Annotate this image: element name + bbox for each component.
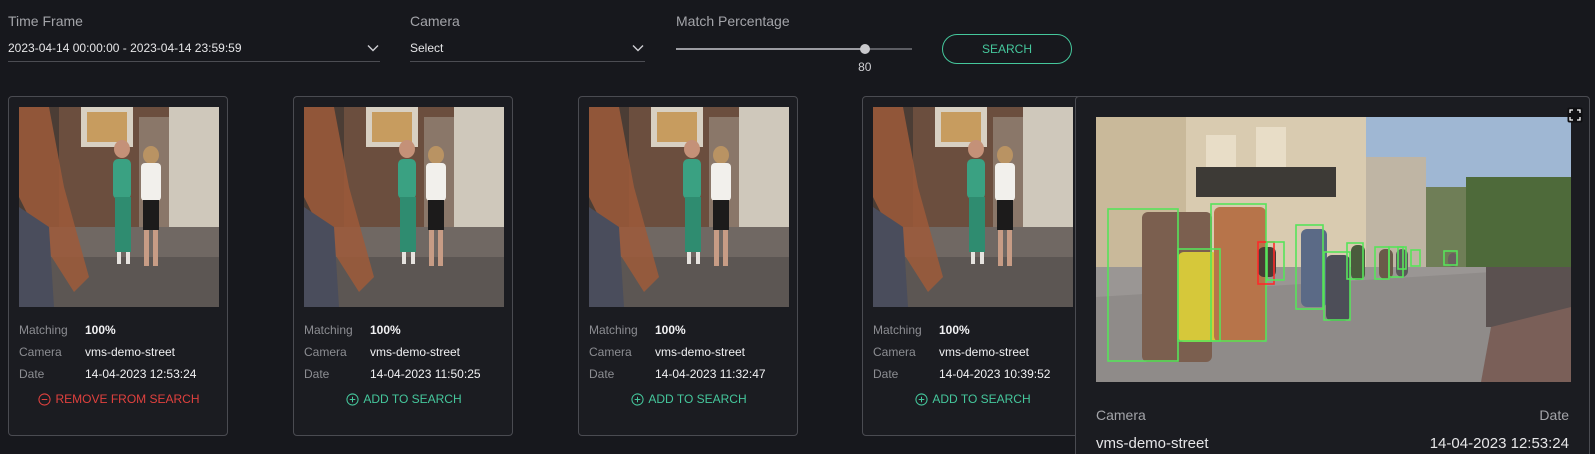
date-row: Date 14-04-2023 11:50:25 bbox=[304, 367, 481, 381]
date-row: Date 14-04-2023 11:32:47 bbox=[589, 367, 766, 381]
card-action-label: REMOVE FROM SEARCH bbox=[55, 392, 200, 406]
camera-label: Camera bbox=[589, 345, 632, 359]
camera-row: Camera vms-demo-street bbox=[19, 345, 175, 359]
time-frame-value: 2023-04-14 00:00:00 - 2023-04-14 23:59:5… bbox=[8, 40, 242, 55]
slider-fill bbox=[676, 48, 865, 50]
add-to-search-button[interactable]: ADD TO SEARCH bbox=[579, 392, 799, 406]
matching-row: Matching 100% bbox=[304, 323, 401, 337]
camera-label: Camera bbox=[19, 345, 62, 359]
date-label: Date bbox=[19, 367, 45, 381]
remove-from-search-button[interactable]: REMOVE FROM SEARCH bbox=[9, 392, 229, 406]
matching-label: Matching bbox=[304, 323, 353, 337]
person-snapshot-image bbox=[873, 107, 1073, 307]
matching-row: Matching 100% bbox=[873, 323, 970, 337]
plus-circle-icon bbox=[915, 392, 928, 406]
preview-panel: Camera Date vms-demo-street 14-04-2023 1… bbox=[1075, 96, 1590, 454]
camera-label: Camera bbox=[873, 345, 916, 359]
result-thumbnail[interactable] bbox=[304, 107, 504, 307]
fullscreen-icon[interactable] bbox=[1567, 107, 1583, 123]
result-thumbnail[interactable] bbox=[19, 107, 219, 307]
camera-filter-label: Camera bbox=[410, 13, 460, 29]
plus-circle-icon bbox=[631, 392, 644, 406]
slider-thumb[interactable] bbox=[859, 44, 870, 54]
camera-row: Camera vms-demo-street bbox=[304, 345, 460, 359]
date-row: Date 14-04-2023 12:53:24 bbox=[19, 367, 196, 381]
add-to-search-button[interactable]: ADD TO SEARCH bbox=[294, 392, 514, 406]
matching-label: Matching bbox=[19, 323, 68, 337]
date-label: Date bbox=[589, 367, 615, 381]
preview-date-label: Date bbox=[1539, 407, 1569, 423]
preview-camera-label: Camera bbox=[1096, 407, 1146, 423]
camera-row: Camera vms-demo-street bbox=[873, 345, 1029, 359]
preview-frame[interactable] bbox=[1096, 117, 1571, 382]
chevron-down-icon bbox=[632, 44, 644, 51]
matching-label: Matching bbox=[589, 323, 638, 337]
time-frame-select[interactable]: 2023-04-14 00:00:00 - 2023-04-14 23:59:5… bbox=[8, 34, 380, 62]
minus-circle-icon bbox=[38, 392, 52, 406]
card-action-label: ADD TO SEARCH bbox=[648, 392, 747, 406]
camera-row: Camera vms-demo-street bbox=[589, 345, 745, 359]
match-percentage-value: 80 bbox=[858, 60, 872, 74]
person-snapshot-image bbox=[19, 107, 219, 307]
camera-select[interactable]: Select bbox=[410, 34, 645, 62]
plus-circle-icon bbox=[346, 392, 359, 406]
camera-value: vms-demo-street bbox=[85, 345, 176, 359]
result-card-3[interactable]: Matching 100% Camera vms-demo-street Dat… bbox=[578, 96, 798, 436]
date-label: Date bbox=[873, 367, 899, 381]
preview-date-value: 14-04-2023 12:53:24 bbox=[1429, 435, 1569, 452]
date-value: 14-04-2023 12:53:24 bbox=[85, 367, 197, 381]
chevron-down-icon bbox=[367, 44, 379, 51]
search-button[interactable]: SEARCH bbox=[942, 34, 1072, 64]
match-percentage-slider[interactable] bbox=[676, 44, 912, 54]
matching-value: 100% bbox=[85, 323, 116, 337]
result-card-1[interactable]: Matching 100% Camera vms-demo-street Dat… bbox=[8, 96, 228, 436]
person-snapshot-image bbox=[589, 107, 789, 307]
card-action-label: ADD TO SEARCH bbox=[932, 392, 1031, 406]
camera-value: vms-demo-street bbox=[655, 345, 746, 359]
matching-row: Matching 100% bbox=[589, 323, 686, 337]
date-value: 14-04-2023 11:50:25 bbox=[370, 367, 481, 381]
matching-value: 100% bbox=[939, 323, 970, 337]
result-thumbnail[interactable] bbox=[589, 107, 789, 307]
street-scene-image bbox=[1096, 117, 1571, 382]
time-frame-label: Time Frame bbox=[8, 13, 83, 29]
matching-value: 100% bbox=[655, 323, 686, 337]
date-label: Date bbox=[304, 367, 330, 381]
person-figure bbox=[1379, 249, 1393, 279]
result-thumbnail[interactable] bbox=[873, 107, 1073, 307]
result-card-4[interactable]: Matching 100% Camera vms-demo-street Dat… bbox=[862, 96, 1082, 436]
camera-value: vms-demo-street bbox=[370, 345, 461, 359]
result-card-2[interactable]: Matching 100% Camera vms-demo-street Dat… bbox=[293, 96, 513, 436]
date-value: 14-04-2023 10:39:52 bbox=[939, 367, 1051, 381]
camera-label: Camera bbox=[304, 345, 347, 359]
matching-value: 100% bbox=[370, 323, 401, 337]
person-figure bbox=[1178, 252, 1218, 342]
camera-value: vms-demo-street bbox=[939, 345, 1030, 359]
matching-row: Matching 100% bbox=[19, 323, 116, 337]
add-to-search-button[interactable]: ADD TO SEARCH bbox=[863, 392, 1083, 406]
card-action-label: ADD TO SEARCH bbox=[363, 392, 462, 406]
preview-camera-value: vms-demo-street bbox=[1096, 435, 1209, 452]
match-percentage-label: Match Percentage bbox=[676, 13, 790, 29]
person-snapshot-image bbox=[304, 107, 504, 307]
camera-select-value: Select bbox=[410, 40, 444, 55]
matching-label: Matching bbox=[873, 323, 922, 337]
date-value: 14-04-2023 11:32:47 bbox=[655, 367, 766, 381]
date-row: Date 14-04-2023 10:39:52 bbox=[873, 367, 1050, 381]
